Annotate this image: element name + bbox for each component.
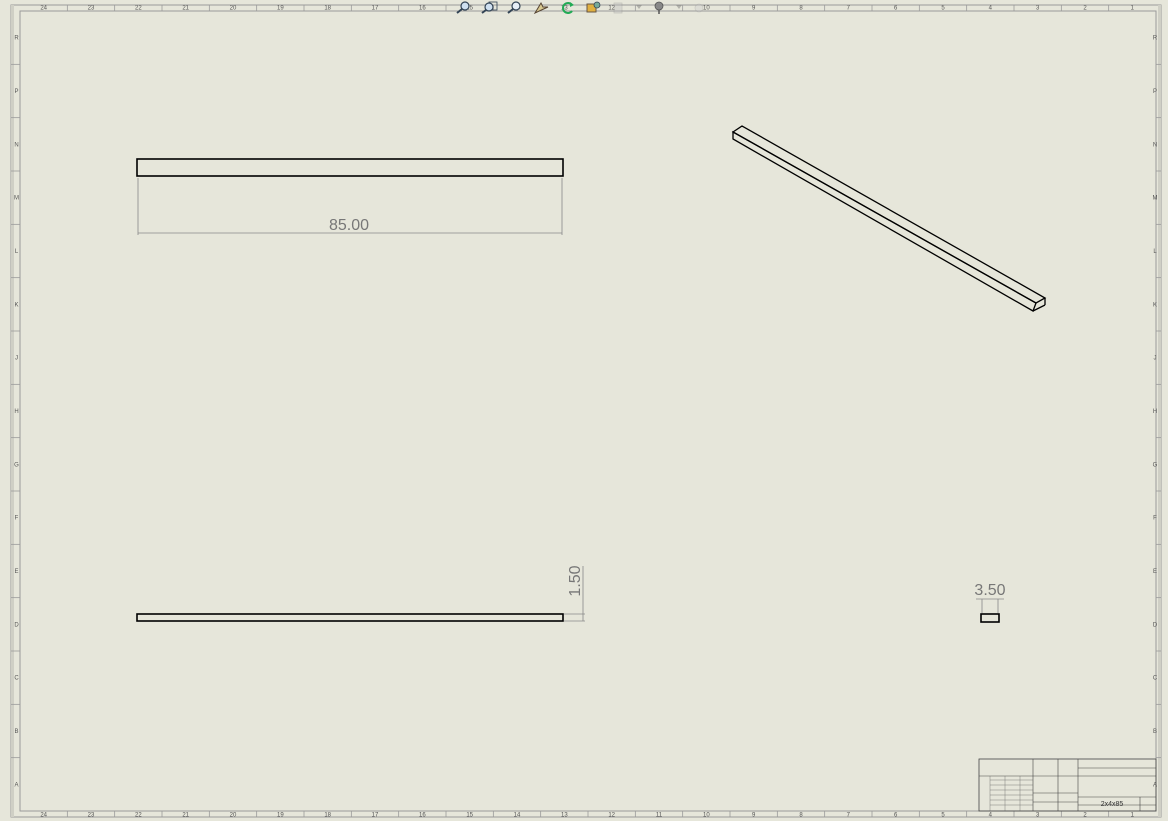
bottom-zone-label: 2 [1083,813,1087,819]
top-zone-label: 19 [277,6,284,12]
bottom-zone-label: 3 [1036,813,1040,819]
side-view[interactable] [136,613,564,622]
left-zone-label: J [15,356,18,362]
top-zone-label: 24 [40,6,47,12]
iso-top-face [731,125,1047,304]
chevron-down-icon[interactable] [635,1,643,14]
bottom-zone-label: 18 [324,813,331,819]
zoom-in-out-icon[interactable] [505,0,525,14]
left-zone-label: C [14,676,19,682]
left-zone-label: K [14,302,18,308]
end-view-outline [980,613,1000,623]
right-zone-label: A [1153,782,1157,788]
display-style-icon[interactable] [689,1,709,14]
bottom-zone-label: 21 [182,813,189,819]
drawing-sheet[interactable]: 242322212019181716151413121110987654321 … [0,0,1168,821]
right-zone-label: R [1153,36,1158,42]
bottom-zone-label: 24 [40,813,47,819]
bottom-zone-label: 15 [466,813,473,819]
right-zone-label: B [1153,729,1157,735]
left-zone-label: R [14,36,19,42]
heads-up-view-toolbar [453,0,709,14]
right-zone-label: L [1153,249,1157,255]
right-zone-label: P [1153,89,1157,95]
length-dimension-text: 85.00 [329,217,369,234]
front-view-outline [136,158,564,177]
top-zone-label: 21 [182,6,189,12]
left-zone-label: A [14,782,18,788]
iso-side-face [732,130,1037,312]
front-view[interactable] [136,158,564,177]
bottom-zone-label: 11 [656,813,663,819]
top-zone-label: 17 [372,6,379,12]
right-zone-label: M [1153,196,1158,202]
bottom-zone-label: 7 [847,813,851,819]
top-zone-label: 16 [419,6,426,12]
bottom-zone-label: 10 [703,813,710,819]
right-zone-label: G [1153,462,1158,468]
right-zone-label: D [1153,622,1158,628]
bottom-zone-label: 14 [514,813,521,819]
end-view[interactable] [980,613,1000,623]
title-block-grid [989,776,1033,811]
title-block-part-name: 2x4x85 [1101,801,1124,808]
left-zone-label: G [14,462,19,468]
left-zone-label: E [14,569,18,575]
left-zone-label: P [14,89,18,95]
isometric-view[interactable] [731,125,1047,312]
right-zone-label: N [1153,142,1157,148]
bottom-zone-label: 6 [894,813,898,819]
pan-icon[interactable] [583,1,603,14]
zoom-area-icon[interactable] [479,1,499,14]
left-zone-label: H [14,409,18,415]
bottom-zone-label: 16 [419,813,426,819]
sheet-outer-border [10,4,1162,818]
hide-show-icon[interactable] [609,1,629,14]
right-zone-label: K [1153,302,1157,308]
left-zone-label: F [15,516,19,522]
chevron-down-icon[interactable] [675,1,683,14]
top-zone-label: 18 [324,6,331,12]
bottom-zone-label: 22 [135,813,142,819]
right-zone-label: E [1153,569,1157,575]
left-zone-label: B [14,729,18,735]
bottom-zone-label: 9 [752,813,756,819]
bottom-zone-label: 8 [799,813,803,819]
width-dimension[interactable]: 3.50 [974,582,1006,613]
left-zone-label: M [14,196,19,202]
right-zone-label: H [1153,409,1157,415]
left-zone-label: N [14,142,18,148]
left-zone-label: D [14,622,19,628]
bottom-zone-label: 4 [989,813,993,819]
bottom-zone-label: 19 [277,813,284,819]
bottom-zone-label: 23 [88,813,95,819]
bottom-zone-label: 13 [561,813,568,819]
thickness-dimension[interactable]: 1.50 [564,565,585,622]
right-zone-label: F [1153,516,1157,522]
width-dimension-text: 3.50 [974,582,1005,599]
thickness-dimension-text: 1.50 [567,565,584,596]
top-zone-label: 23 [88,6,95,12]
sheet-inner-border [19,10,1157,812]
rotate-icon[interactable] [557,1,577,14]
bottom-zone-label: 20 [230,813,237,819]
side-view-outline [136,613,564,622]
select-icon[interactable] [531,1,551,14]
top-zone-label: 20 [230,6,237,12]
sheet-frame-right [1158,5,1161,817]
right-zone-label: C [1153,676,1158,682]
bottom-zone-label: 1 [1131,813,1135,819]
bottom-zone-label: 12 [608,813,615,819]
title-block[interactable]: 2x4x85 [978,758,1157,812]
length-dimension[interactable]: 85.00 [137,178,563,235]
right-zone-label: J [1154,356,1157,362]
left-zone-label: L [15,249,19,255]
bottom-zone-label: 5 [941,813,945,819]
view-orientation-icon[interactable] [649,1,669,14]
top-zone-label: 22 [135,6,142,12]
bottom-zone-label: 17 [372,813,379,819]
zoom-to-fit-icon[interactable] [453,0,473,14]
